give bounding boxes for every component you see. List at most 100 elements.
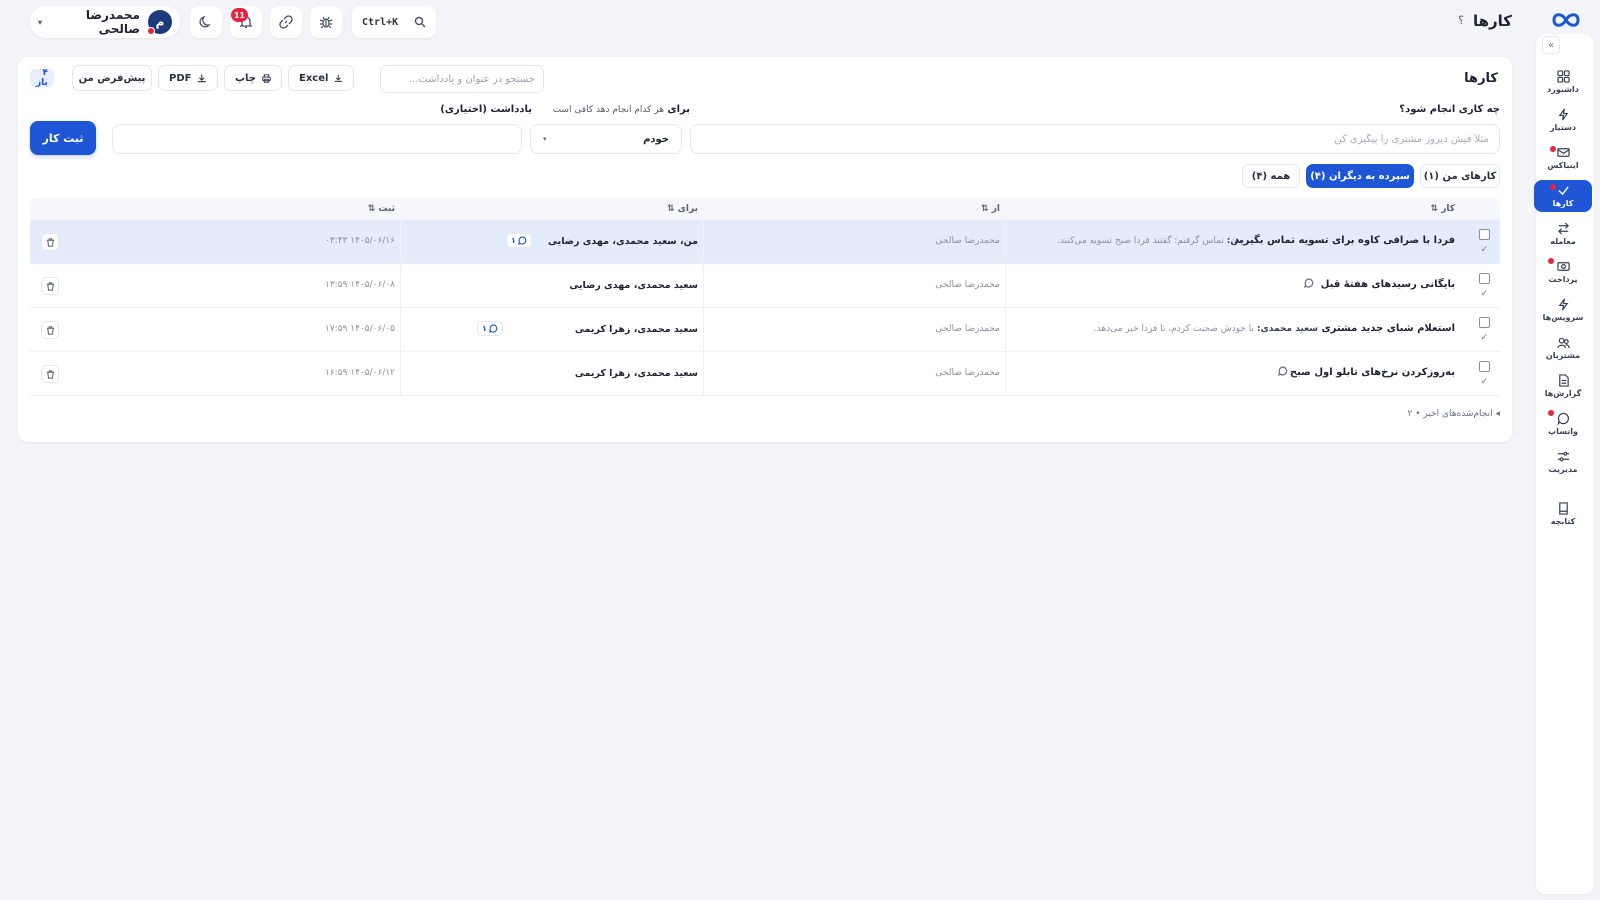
status-dot [147, 27, 155, 35]
note-input[interactable] [112, 124, 522, 154]
trash-icon [46, 237, 54, 247]
submit-task-button[interactable]: ثبت کار [30, 121, 96, 155]
recent-done-toggle[interactable]: ◂ انجام‌شده‌های اخیر • ۲ [1407, 409, 1500, 419]
sidebar-item-dashboard[interactable]: داشبورد [1534, 66, 1592, 98]
sidebar-item-trade[interactable]: معامله [1534, 218, 1592, 250]
task-to: سعید محمدی، زهرا کریمی [574, 324, 698, 335]
comment-icon [489, 324, 498, 333]
global-search-button[interactable]: Ctrl+K [352, 6, 436, 38]
help-icon[interactable]: ؟ [1458, 14, 1464, 27]
notification-count-badge: 11 [230, 8, 248, 22]
task-title: بایگانی رسیدهای هفتهٔ قبل [1320, 279, 1455, 290]
export-pdf-button[interactable]: PDF [158, 65, 218, 91]
complete-check-icon[interactable]: ✓ [1480, 333, 1488, 343]
print-label: چاپ [235, 72, 257, 84]
delete-task-button[interactable] [41, 277, 59, 295]
sidebar-item-label: اینباکس [1547, 161, 1579, 170]
task-from: محمدرضا صالحی [935, 368, 1000, 378]
sidebar-item-handbook[interactable]: کتابچه [1534, 498, 1592, 530]
dark-mode-toggle[interactable] [190, 6, 222, 38]
column-divider [400, 264, 401, 308]
logo-icon[interactable] [1548, 8, 1584, 32]
delete-task-button[interactable] [41, 365, 59, 383]
column-divider [703, 220, 704, 264]
sidebar: » داشبورد دستیار اینباکس کارها معامله پر… [1530, 0, 1600, 900]
sidebar-item-label: واتساپ [1548, 427, 1578, 436]
assignee-field-label: برای [667, 104, 690, 115]
table-row[interactable]: ✓ به‌روزکردن نرخ‌های تابلو اول صبح محمدر… [30, 352, 1500, 396]
topbar: کارها ؟ Ctrl+K 11 م محمدرضا صالحی ▾ [0, 0, 1530, 44]
settings-icon [1557, 450, 1570, 463]
header-task[interactable]: کار ⇅ [1431, 204, 1455, 214]
row-checkbox[interactable] [1479, 273, 1490, 284]
tab-my-tasks[interactable]: کارهای من (۱) [1420, 164, 1500, 188]
delete-task-button[interactable] [41, 233, 59, 251]
assignee-select[interactable]: خودم ▾ [530, 124, 682, 154]
pdf-label: PDF [169, 72, 192, 84]
task-search-input[interactable] [380, 65, 544, 93]
row-checkbox[interactable] [1479, 229, 1490, 240]
row-checkbox[interactable] [1479, 361, 1490, 372]
collapse-sidebar-button[interactable]: » [1542, 36, 1560, 54]
comment-count-button[interactable]: ۱ [506, 233, 532, 248]
search-shortcut: Ctrl+K [362, 16, 399, 28]
sidebar-item-tasks[interactable]: کارها [1534, 180, 1592, 212]
table-row[interactable]: ✓ فردا با صرافی کاوه برای تسویه تماس بگی… [30, 220, 1500, 264]
comment-icon[interactable] [1304, 278, 1314, 288]
column-divider [400, 220, 401, 264]
report-icon [1557, 374, 1570, 387]
column-divider [703, 352, 704, 396]
task-created: ۱۴۰۵/۰۶/۱۶ ۰۳:۴۳ [325, 236, 395, 246]
excel-label: Excel [299, 72, 329, 84]
table-row[interactable]: ✓ بایگانی رسیدهای هفتهٔ قبل محمدرضا صالح… [30, 264, 1500, 308]
comment-count-button[interactable]: ۱ [477, 321, 503, 336]
column-divider [400, 308, 401, 352]
column-divider [1005, 352, 1006, 396]
task-title: فردا با صرافی کاوه برای تسویه تماس بگیری… [1234, 235, 1455, 246]
export-excel-button[interactable]: Excel [288, 65, 354, 91]
sidebar-item-inbox[interactable]: اینباکس [1534, 142, 1592, 174]
avatar: م [147, 10, 172, 35]
complete-check-icon[interactable]: ✓ [1480, 377, 1488, 387]
task-created: ۱۴۰۵/۰۶/۰۵ ۱۷:۵۹ [325, 324, 395, 334]
trash-icon [46, 325, 54, 335]
row-checkbox[interactable] [1479, 317, 1490, 328]
sidebar-item-reports[interactable]: گزارش‌ها [1534, 370, 1592, 402]
whatsapp-icon [1556, 412, 1570, 425]
comment-icon[interactable] [1278, 366, 1288, 376]
table-row[interactable]: ✓ استعلام شبای جدید مشتری سعید محمدی: با… [30, 308, 1500, 352]
header-created[interactable]: ثبت ⇅ [368, 204, 395, 214]
dashboard-icon [1556, 70, 1570, 83]
assignee-hint: هر کدام انجام دهد کافی است [552, 105, 664, 115]
sidebar-item-customers[interactable]: مشتریان [1534, 332, 1592, 364]
complete-check-icon[interactable]: ✓ [1480, 289, 1488, 299]
header-from[interactable]: از ⇅ [981, 204, 1000, 214]
link-button[interactable] [270, 6, 302, 38]
task-to: سعید محمدی، زهرا کریمی [574, 368, 698, 379]
tab-delegated[interactable]: سپرده به دیگران (۴) [1306, 164, 1414, 188]
users-icon [1556, 336, 1570, 349]
tab-all[interactable]: همه (۴) [1242, 164, 1300, 188]
print-button[interactable]: چاپ [224, 65, 282, 91]
delete-task-button[interactable] [41, 321, 59, 339]
sidebar-item-services[interactable]: سرویس‌ها [1534, 294, 1592, 326]
my-default-view-button[interactable]: پیش‌فرض من [72, 65, 152, 91]
user-menu[interactable]: م محمدرضا صالحی ▾ [30, 6, 180, 38]
sidebar-item-whatsapp[interactable]: واتساپ [1534, 408, 1592, 440]
sidebar-item-payment[interactable]: پرداخت [1534, 256, 1592, 288]
task-title: به‌روزکردن نرخ‌های تابلو اول صبح [1289, 367, 1455, 378]
column-divider [400, 352, 401, 396]
complete-check-icon[interactable]: ✓ [1480, 245, 1488, 255]
page-title: کارها [1472, 12, 1512, 30]
assignee-value: خودم [643, 133, 669, 145]
header-to[interactable]: برای ⇅ [667, 204, 698, 214]
task-title-input[interactable] [690, 124, 1500, 154]
notifications-button[interactable]: 11 [230, 6, 262, 38]
bug-report-button[interactable] [310, 6, 342, 38]
column-divider [703, 308, 704, 352]
card-title: کارها [1464, 71, 1498, 86]
sidebar-item-assistant[interactable]: دستیار [1534, 104, 1592, 136]
sidebar-item-label: داشبورد [1547, 85, 1579, 94]
sidebar-item-management[interactable]: مدیریت [1534, 446, 1592, 478]
task-created: ۱۴۰۵/۰۶/۰۸ ۱۳:۵۹ [325, 280, 395, 290]
